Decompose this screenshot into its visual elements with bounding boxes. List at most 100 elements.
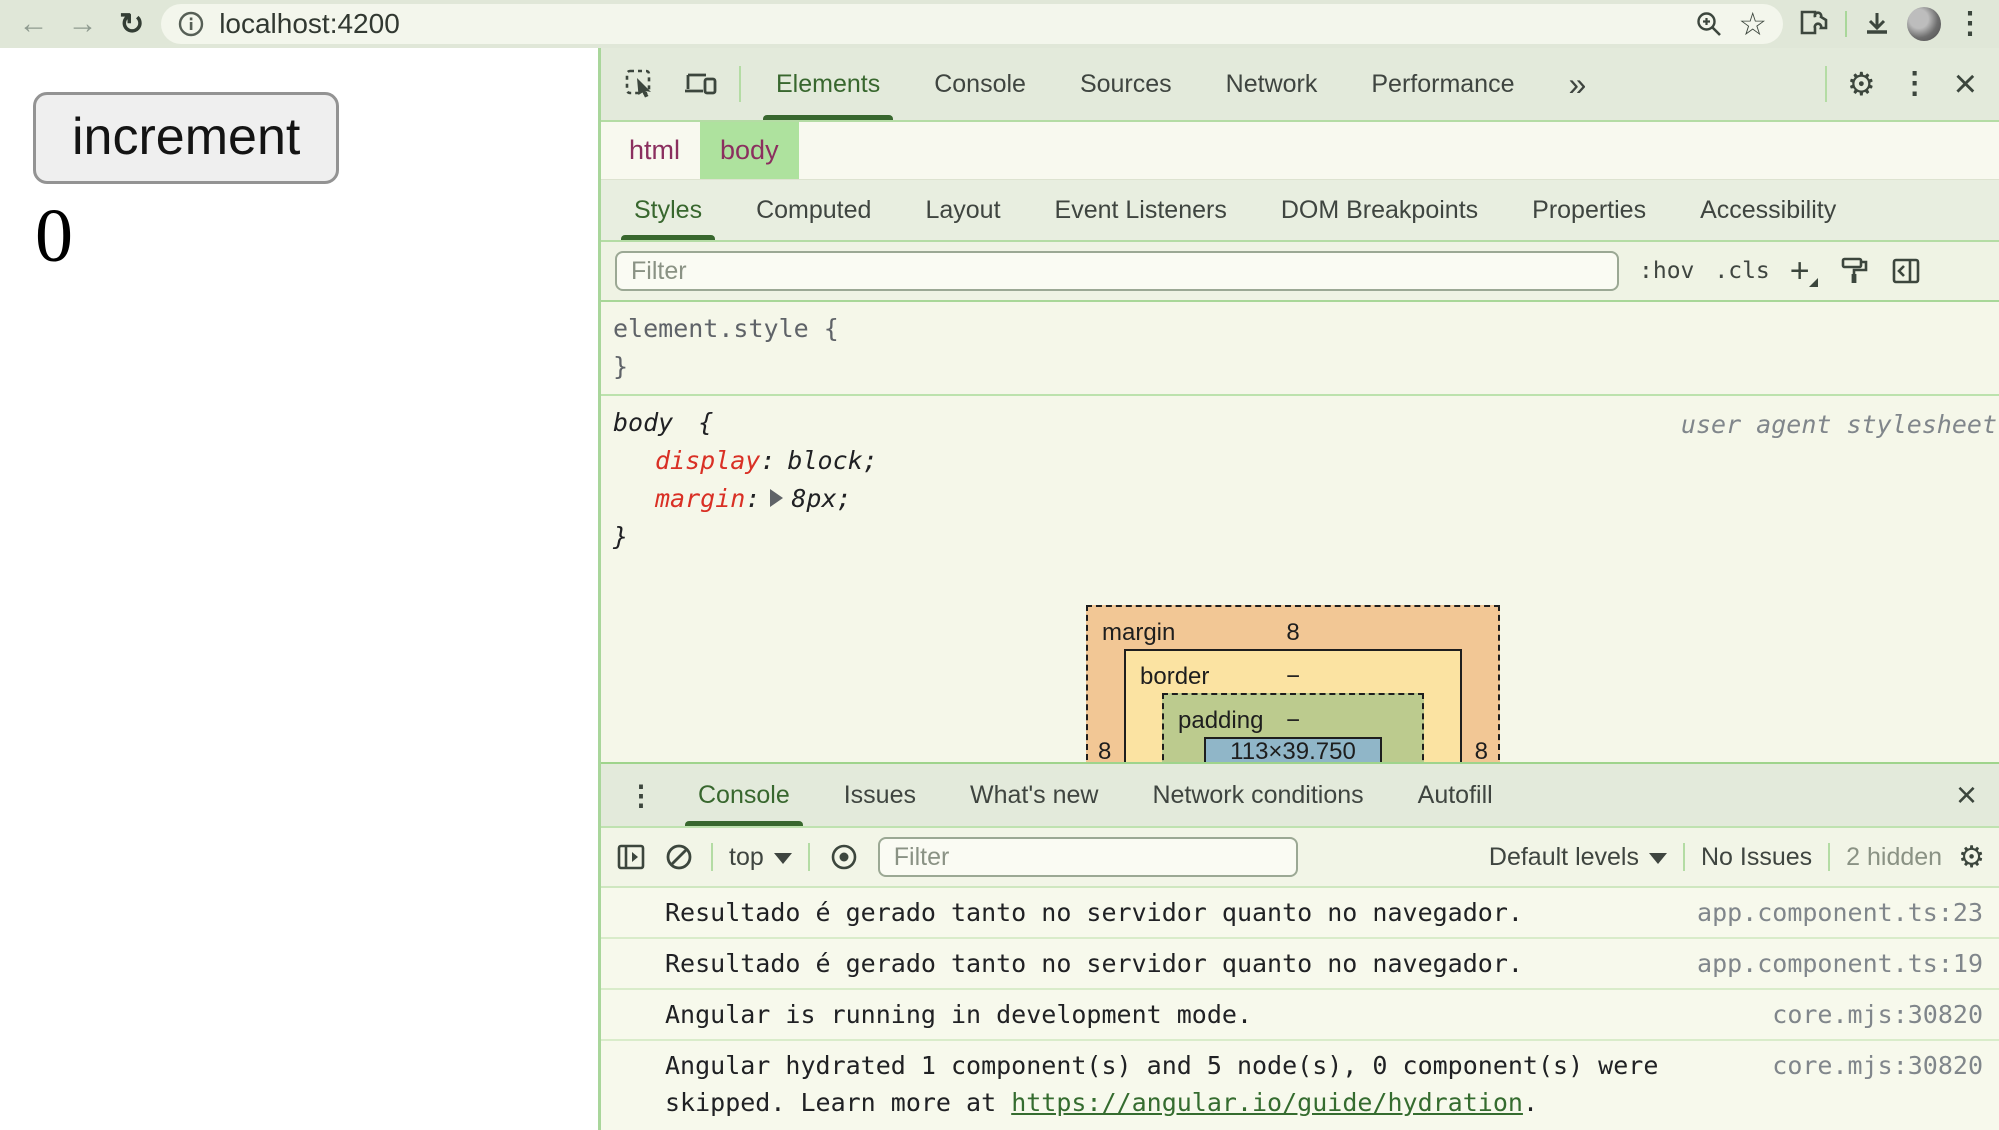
collapse-pane-icon[interactable] [1890,255,1922,287]
tab-computed[interactable]: Computed [729,180,898,240]
console-messages: Resultado é gerado tanto no servidor qua… [601,888,1999,1130]
console-message[interactable]: Angular hydrated 1 component(s) and 5 no… [601,1041,1999,1127]
pseudo-state-toggle[interactable]: :hov [1639,258,1694,284]
bookmark-star-icon[interactable]: ☆ [1738,5,1767,43]
css-declaration-display[interactable]: display: block; [613,442,1987,480]
tabbar-divider [739,66,741,102]
styles-filter-input[interactable] [615,251,1619,291]
tab-properties[interactable]: Properties [1505,180,1673,240]
console-drawer: ⋮ Console Issues What's new Network cond… [601,762,1999,1130]
settings-gear-icon[interactable]: ⚙ [1835,48,1888,120]
rendering-paint-icon[interactable] [1838,255,1870,287]
elements-subtabs: Styles Computed Layout Event Listeners D… [601,180,1999,242]
devtools-close-icon[interactable]: × [1942,48,1989,120]
breadcrumb-body[interactable]: body [700,122,799,179]
box-model-diagram[interactable]: margin 8 8 8 border − padding − 113×39.7… [1086,605,1500,762]
console-message[interactable]: Angular is running in development mode. … [601,990,1999,1041]
device-toolbar-icon[interactable] [669,48,731,120]
margin-left-value[interactable]: 8 [1098,733,1111,762]
tab-console[interactable]: Console [907,48,1053,120]
zoom-page-icon[interactable] [1694,9,1724,39]
drawer-close-icon[interactable]: × [1944,764,1989,826]
margin-top-value[interactable]: 8 [1088,614,1498,652]
box-model-content[interactable]: 113×39.750 [1204,737,1382,762]
source-link[interactable]: core.mjs:30820 [1772,996,1983,1033]
downloads-icon[interactable] [1861,8,1893,40]
console-toolbar: top Default levels No Issues 2 hidden ⚙ [601,828,1999,888]
box-model-margin[interactable]: margin 8 8 8 border − padding − 113×39.7… [1086,605,1500,762]
tab-dom-breakpoints[interactable]: DOM Breakpoints [1254,180,1505,240]
devtools-panel: Elements Console Sources Network Perform… [601,48,1999,1130]
devtools-menu-icon[interactable]: ⋮ [1888,48,1942,120]
box-model-padding[interactable]: padding − 113×39.750 [1162,693,1424,762]
border-top-value[interactable]: − [1126,658,1460,696]
main-area: increment 0 Elements Console Sources Net… [0,48,1999,1130]
url-text: localhost:4200 [219,8,400,39]
issues-counter[interactable]: No Issues [1701,843,1812,872]
log-levels-selector[interactable]: Default levels [1489,843,1667,872]
tab-performance[interactable]: Performance [1344,48,1541,120]
site-info-icon[interactable] [177,10,205,38]
live-expression-eye-icon[interactable] [826,841,862,873]
clear-console-icon[interactable] [663,841,695,873]
console-settings-gear-icon[interactable]: ⚙ [1958,840,1985,875]
new-rule-corner-icon [1808,277,1818,287]
styles-filterbar: :hov .cls + [601,242,1999,302]
browser-toolbar: ← → ↻ localhost:4200 ☆ ⋮ [0,0,1999,48]
css-selector: body [613,408,674,437]
expand-arrow-icon[interactable] [770,489,784,507]
more-tabs-icon[interactable]: » [1541,48,1613,120]
tab-accessibility[interactable]: Accessibility [1673,180,1863,240]
user-agent-rule[interactable]: body { user agent stylesheet display: blo… [601,396,1999,564]
console-filter-input[interactable] [877,837,1298,877]
increment-button[interactable]: increment [33,92,340,184]
hidden-messages-count[interactable]: 2 hidden [1846,843,1942,872]
rendered-page: increment 0 [0,48,601,1130]
back-icon[interactable]: ← [14,4,53,44]
browser-actions: ⋮ [1799,7,1985,41]
source-link[interactable]: app.component.ts:19 [1697,945,1983,982]
drawer-tabbar: ⋮ Console Issues What's new Network cond… [601,764,1999,828]
tab-styles[interactable]: Styles [607,180,729,240]
tabbar-divider-right [1824,66,1827,102]
drawer-menu-icon[interactable]: ⋮ [611,764,671,826]
tab-event-listeners[interactable]: Event Listeners [1028,180,1254,240]
drawer-tab-autofill[interactable]: Autofill [1391,764,1520,826]
margin-right-value[interactable]: 8 [1475,733,1488,762]
source-link[interactable]: app.component.ts:23 [1697,894,1983,931]
drawer-tab-network-conditions[interactable]: Network conditions [1125,764,1390,826]
inspect-element-icon[interactable] [611,48,669,120]
console-sidebar-icon[interactable] [615,841,647,873]
styles-pane: element.style { } body { user agent styl… [601,302,1999,762]
new-style-rule-button[interactable]: + [1790,252,1818,291]
reload-icon[interactable]: ↻ [112,4,151,44]
extensions-puzzle-icon[interactable] [1799,8,1831,40]
console-message[interactable]: Resultado é gerado tanto no servidor qua… [601,888,1999,939]
drawer-tab-issues[interactable]: Issues [817,764,943,826]
drawer-tab-console[interactable]: Console [671,764,817,826]
box-model-border[interactable]: border − padding − 113×39.750 [1124,649,1462,762]
tab-elements[interactable]: Elements [749,48,907,120]
class-toggle[interactable]: .cls [1714,258,1769,284]
counter-value: 0 [35,194,73,278]
breadcrumb-html[interactable]: html [609,122,700,179]
caret-down-icon [1648,853,1667,864]
drawer-tab-whats-new[interactable]: What's new [943,764,1125,826]
content-size: 113×39.750 [1230,738,1356,762]
css-declaration-margin[interactable]: margin: 8px; [613,480,1987,518]
tab-layout[interactable]: Layout [898,180,1027,240]
tab-sources[interactable]: Sources [1053,48,1199,120]
source-link[interactable]: core.mjs:30820 [1772,1047,1983,1084]
console-message[interactable]: Resultado é gerado tanto no servidor qua… [601,939,1999,990]
tab-network[interactable]: Network [1199,48,1345,120]
address-bar[interactable]: localhost:4200 ☆ [161,4,1783,44]
profile-avatar[interactable] [1907,7,1941,41]
css-selector: element.style [613,314,809,343]
hydration-guide-link[interactable]: https://angular.io/guide/hydration [1011,1088,1523,1117]
devtools-tabbar: Elements Console Sources Network Perform… [601,48,1999,122]
context-selector[interactable]: top [729,843,792,872]
element-style-rule[interactable]: element.style { } [601,302,1999,396]
stylesheet-origin: user agent stylesheet [1680,410,1997,439]
forward-icon[interactable]: → [63,4,102,44]
browser-menu-icon[interactable]: ⋮ [1955,9,1985,39]
